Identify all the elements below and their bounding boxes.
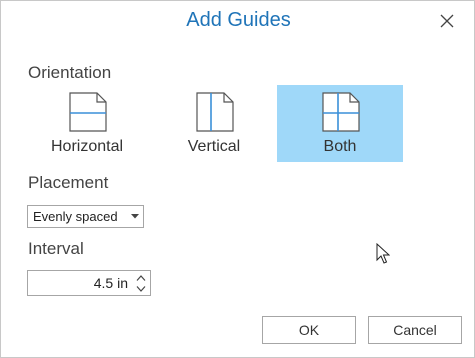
cancel-button[interactable]: Cancel [368, 316, 462, 344]
orientation-both-button[interactable]: Both [277, 85, 403, 162]
orientation-label: Orientation [28, 63, 112, 82]
both-guides-icon [321, 92, 360, 132]
placement-dropdown[interactable]: Evenly spaced [27, 205, 144, 228]
orientation-both-label: Both [323, 138, 357, 155]
interval-stepper-arrows [132, 271, 150, 295]
mouse-cursor-icon [376, 243, 390, 264]
orientation-vertical-button[interactable]: Vertical [151, 85, 277, 162]
chevron-up-icon[interactable] [136, 272, 146, 283]
chevron-down-icon [127, 214, 143, 219]
interval-stepper[interactable]: 4.5 in [27, 270, 151, 296]
add-guides-dialog: Add Guides Orientation Horizontal Vertic… [0, 0, 475, 358]
horizontal-guide-icon [68, 92, 107, 132]
placement-value: Evenly spaced [33, 209, 118, 224]
vertical-guide-icon [195, 92, 234, 132]
orientation-horizontal-button[interactable]: Horizontal [24, 85, 150, 162]
orientation-vertical-label: Vertical [187, 138, 241, 155]
close-button[interactable] [434, 8, 460, 34]
interval-label: Interval [28, 239, 84, 258]
close-icon [440, 14, 454, 28]
interval-value[interactable]: 4.5 in [28, 275, 132, 291]
chevron-down-icon[interactable] [136, 283, 146, 294]
ok-button[interactable]: OK [262, 316, 356, 344]
placement-label: Placement [28, 173, 109, 192]
orientation-horizontal-label: Horizontal [50, 138, 124, 155]
dialog-title: Add Guides [186, 9, 291, 31]
